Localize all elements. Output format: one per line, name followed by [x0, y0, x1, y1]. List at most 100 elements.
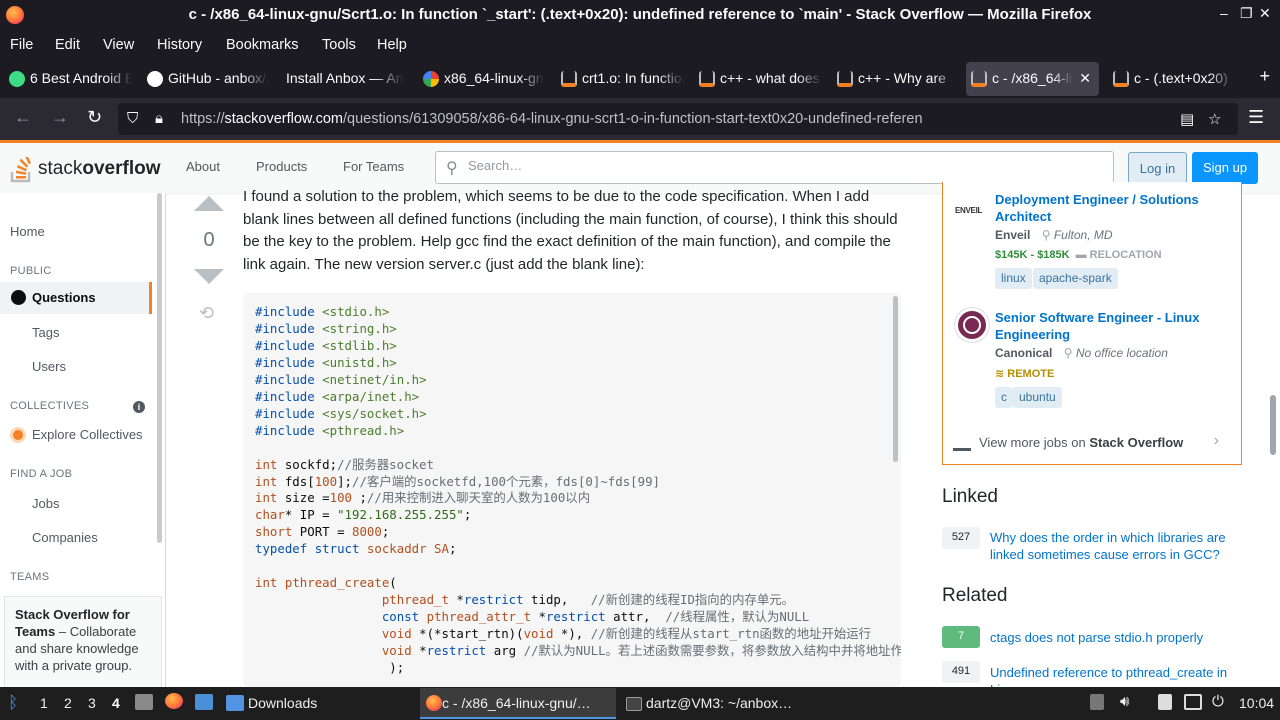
lock-icon[interactable]: 🔒︎	[155, 110, 163, 127]
ubuntu-circle-icon	[963, 316, 981, 334]
tag-c[interactable]: c	[995, 387, 1013, 408]
upvote-icon[interactable]	[194, 196, 224, 211]
downvote-icon[interactable]	[194, 269, 224, 284]
collectives-icon	[10, 427, 26, 443]
code-scrollbar[interactable]	[893, 296, 898, 462]
jobs-widget: ENVEIL Deployment Engineer / Solutions A…	[942, 182, 1242, 465]
site-search: ⚲	[435, 151, 1114, 184]
tab-google-search[interactable]: x86_64-linux-gnu	[418, 62, 544, 96]
location-pin-icon: ⚲	[1041, 228, 1051, 242]
menu-view[interactable]: View	[103, 33, 134, 57]
search-icon: ⚲	[446, 160, 458, 177]
workspace-3[interactable]: 3	[88, 695, 96, 711]
downloads-folder[interactable]: Downloads	[226, 695, 317, 711]
forward-arrow-icon[interactable]: →	[51, 107, 69, 128]
sidebar-heading-find-job: FIND A JOB	[10, 468, 73, 480]
job-company: Enveil	[995, 228, 1031, 242]
menu-history[interactable]: History	[157, 33, 202, 57]
sidebar-item-tags[interactable]: Tags	[0, 325, 152, 340]
tab-cpp-why-are[interactable]: c++ - Why are	[832, 62, 958, 96]
info-icon[interactable]: i	[133, 401, 145, 413]
stackoverflow-icon	[10, 157, 32, 183]
stackoverflow-icon	[1113, 71, 1129, 87]
tray-updates-icon[interactable]	[1090, 694, 1104, 710]
tab-cpp-what-does[interactable]: c++ - what does	[694, 62, 822, 96]
workspace-1[interactable]: 1	[40, 695, 48, 711]
clipboard-icon[interactable]	[1158, 694, 1172, 710]
nav-for-teams[interactable]: For Teams	[343, 159, 404, 174]
taskbar-task-firefox[interactable]: c - /x86_64-linux-gnu/…	[420, 688, 616, 719]
shield-icon[interactable]: ⛉	[127, 110, 138, 127]
view-more-jobs-link[interactable]: View more jobs on Stack Overflow ›	[953, 432, 1233, 451]
tab-label: x86_64-linux-gnu	[444, 70, 544, 86]
related-question-link[interactable]: Undefined reference to pthread_create in…	[990, 665, 1240, 687]
sidebar-item-companies[interactable]: Companies	[0, 530, 152, 545]
menu-tools[interactable]: Tools	[322, 33, 356, 57]
sidebar-item-users[interactable]: Users	[0, 359, 152, 374]
menu-file[interactable]: File	[10, 33, 33, 57]
nav-products[interactable]: Products	[256, 159, 307, 174]
login-button[interactable]: Log in	[1128, 152, 1187, 184]
display-icon[interactable]	[1184, 694, 1202, 710]
sidebar-item-jobs[interactable]: Jobs	[0, 496, 152, 511]
tab-label: c++ - what does	[720, 70, 820, 86]
code-block[interactable]: #include <stdio.h> #include <string.h> #…	[243, 293, 901, 687]
menu-help[interactable]: Help	[377, 33, 407, 57]
menu-edit[interactable]: Edit	[55, 33, 80, 57]
nav-about[interactable]: About	[186, 159, 220, 174]
bookmark-star-icon[interactable]: ☆	[1208, 110, 1221, 128]
power-icon[interactable]: ⏻	[1212, 693, 1224, 710]
sidebar-scrollbar[interactable]	[157, 193, 162, 543]
taskbar-task-terminal[interactable]: dartz@VM3: ~/anbox…	[620, 688, 816, 719]
linked-question-link[interactable]: Why does the order in which libraries ar…	[990, 530, 1240, 563]
tab-crt1-question[interactable]: crt1.o: In function	[556, 62, 684, 96]
url-text[interactable]: https://stackoverflow.com/questions/6130…	[181, 111, 923, 127]
volume-icon[interactable]: 🔊︎	[1120, 693, 1129, 710]
close-tab-icon[interactable]: ✕	[1079, 70, 1091, 87]
sidebar-item-explore-collectives[interactable]: Explore Collectives	[0, 427, 152, 443]
related-question-link[interactable]: ctags does not parse stdio.h properly	[990, 630, 1240, 647]
job-company-location: Enveil ⚲ Fulton, MD	[995, 228, 1113, 242]
github-icon	[147, 71, 163, 87]
new-tab-icon[interactable]: +	[1259, 66, 1270, 87]
vote-count: 0	[203, 229, 215, 251]
page-scrollbar[interactable]	[1270, 395, 1276, 455]
stackoverflow-logo[interactable]: stackoverflow	[10, 151, 160, 185]
signup-button[interactable]: Sign up	[1192, 152, 1258, 184]
sidebar-item-home[interactable]: Home	[0, 224, 152, 239]
workspace-4[interactable]: 4	[112, 695, 120, 711]
firefox-launcher-icon[interactable]	[165, 693, 183, 709]
tab-install-anbox[interactable]: Install Anbox — Anbox	[260, 62, 404, 96]
teams-promo[interactable]: Stack Overflow for Teams – Collaborate a…	[4, 596, 162, 691]
sidebar-heading-public: PUBLIC	[10, 265, 52, 277]
view-more-bold: Stack Overflow	[1089, 435, 1184, 450]
menu-bookmarks[interactable]: Bookmarks	[226, 33, 299, 57]
tab-android-emulators[interactable]: 6 Best Android Emulators	[4, 62, 132, 96]
hamburger-menu-icon[interactable]: ☰	[1248, 107, 1264, 128]
job-title-link[interactable]: Senior Software Engineer - Linux Enginee…	[995, 309, 1227, 343]
tab-github-anbox[interactable]: GitHub - anbox/anbox	[142, 62, 268, 96]
close-window-button[interactable]: ✕	[1259, 5, 1271, 22]
url-bar[interactable]: ⛉ 🔒︎ https://stackoverflow.com/questions…	[118, 103, 1238, 135]
tab-text-0x20[interactable]: c - (.text+0x20)	[1108, 62, 1234, 96]
show-desktop-icon[interactable]	[135, 694, 153, 710]
sidebar-item-questions[interactable]: Questions	[0, 282, 152, 314]
tab-current-question[interactable]: c - /x86_64-linux ✕	[966, 62, 1099, 96]
tag-apache-spark[interactable]: apache-spark	[1033, 268, 1118, 289]
back-arrow-icon[interactable]: ←	[14, 107, 32, 128]
job-title-link[interactable]: Deployment Engineer / Solutions Architec…	[995, 191, 1227, 225]
code-text: #include <stdio.h> #include <string.h> #…	[255, 304, 901, 676]
stackoverflow-icon	[953, 433, 971, 451]
search-input[interactable]	[468, 158, 1068, 173]
terminal-launcher-icon[interactable]	[195, 694, 213, 710]
history-icon[interactable]: ⟲	[199, 303, 214, 324]
tag-linux[interactable]: linux	[995, 268, 1032, 289]
reload-icon[interactable]: ↻	[87, 107, 102, 128]
maximize-button[interactable]: ❐	[1240, 5, 1253, 22]
reader-view-icon[interactable]: ▤	[1180, 110, 1194, 128]
minimize-button[interactable]: –	[1220, 5, 1228, 21]
workspace-2[interactable]: 2	[64, 695, 72, 711]
start-menu-icon[interactable]: ᛒ	[8, 693, 18, 713]
tag-ubuntu[interactable]: ubuntu	[1013, 387, 1062, 408]
android-icon	[9, 71, 25, 87]
